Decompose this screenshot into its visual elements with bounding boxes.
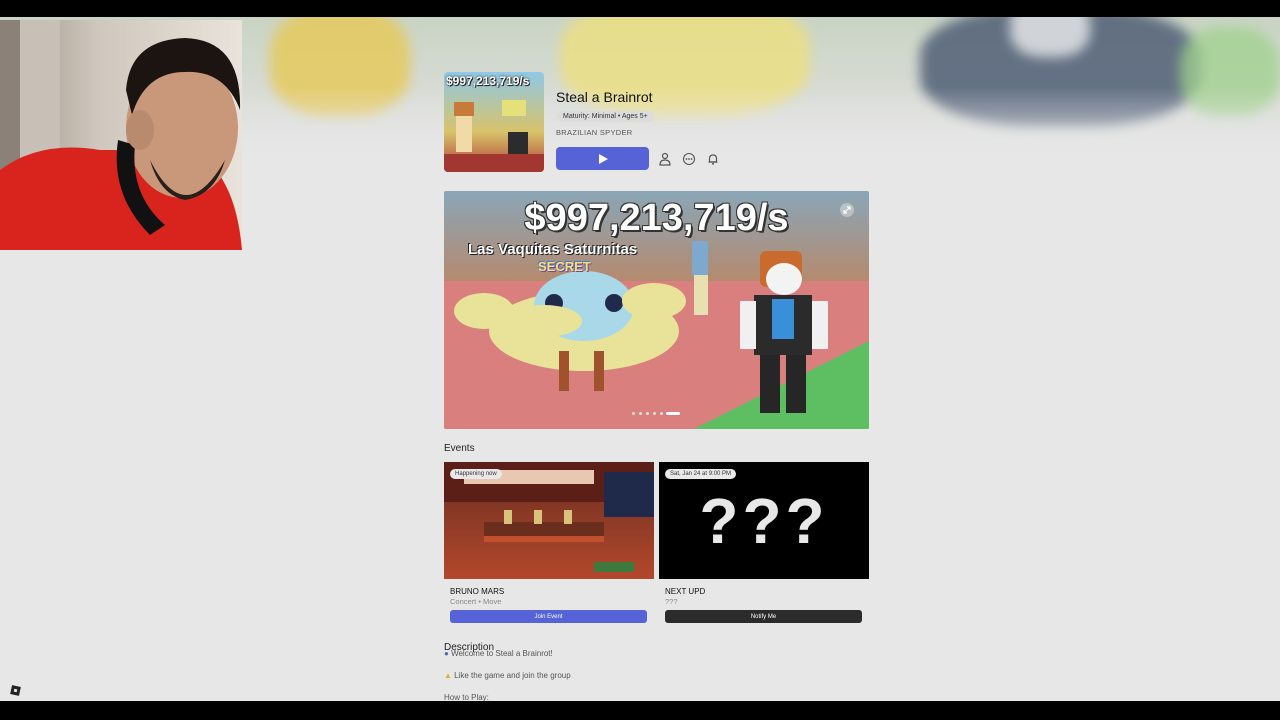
carousel-dot[interactable] [632, 412, 635, 415]
event-subtitle: ??? [665, 597, 678, 606]
notify-me-button[interactable]: Notify Me [665, 610, 862, 623]
event-subtitle: Concert • Move [450, 597, 502, 606]
speech-icon: ● [444, 649, 449, 658]
description-line: How to Play: [444, 693, 489, 701]
avatar-icon[interactable] [658, 152, 672, 166]
game-thumbnail[interactable]: $997,213,719/s [444, 72, 544, 172]
carousel-character-name: Las Vaquitas Saturnitas [468, 241, 638, 258]
description-line: ▲ Like the game and join the group [444, 671, 571, 680]
event-name: NEXT UPD [665, 587, 706, 596]
more-icon[interactable] [682, 152, 696, 166]
event-image: Happening now [444, 462, 654, 579]
carousel-dot[interactable] [639, 412, 642, 415]
play-button[interactable] [556, 147, 649, 170]
expand-icon[interactable] [840, 203, 854, 217]
thumbs-up-icon: ▲ [444, 671, 452, 680]
event-name: BRUNO MARS [450, 587, 505, 596]
carousel-dot[interactable] [646, 412, 649, 415]
event-card[interactable]: Happening now BRUNO MARS Concert • Move … [444, 462, 654, 625]
join-event-button[interactable]: Join Event [450, 610, 647, 623]
event-image-text: ??? [699, 485, 829, 557]
play-icon [598, 153, 608, 164]
roblox-logo-icon[interactable] [10, 685, 21, 696]
maturity-badge: Maturity: Minimal • Ages 5+ [557, 111, 654, 122]
event-image: ??? Sat, Jan 24 at 9:00 PM [659, 462, 869, 579]
carousel-rarity-label: SECRET [538, 259, 591, 274]
carousel-dot-active[interactable] [666, 412, 680, 415]
media-carousel[interactable]: $997,213,719/s Las Vaquitas Saturnitas S… [444, 191, 869, 429]
description-line: ● Welcome to Steal a Brainrot! [444, 649, 553, 658]
game-title: Steal a Brainrot [556, 89, 653, 105]
events-heading: Events [444, 443, 475, 454]
event-status-chip: Happening now [450, 469, 502, 479]
carousel-dot[interactable] [653, 412, 656, 415]
carousel-price-text: $997,213,719/s [524, 197, 789, 239]
event-card[interactable]: ??? Sat, Jan 24 at 9:00 PM NEXT UPD ??? … [659, 462, 869, 625]
event-date-chip: Sat, Jan 24 at 9:00 PM [665, 469, 737, 479]
bell-icon[interactable] [706, 152, 720, 166]
webcam-overlay [0, 20, 242, 250]
carousel-dot[interactable] [660, 412, 663, 415]
creator-link[interactable]: BRAZILIAN SPYDER [556, 128, 633, 137]
